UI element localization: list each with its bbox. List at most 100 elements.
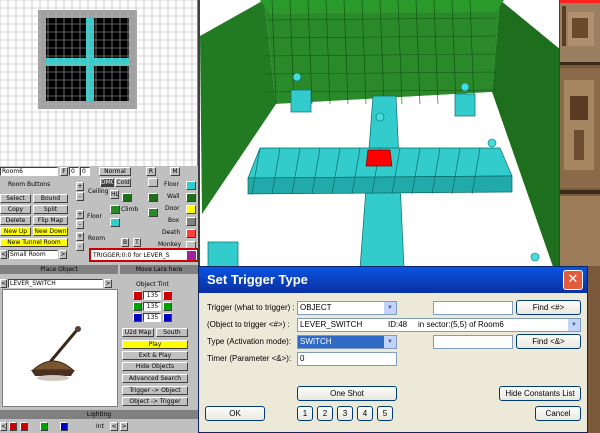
trigger-what-select[interactable]: OBJECT ▼ bbox=[297, 301, 397, 315]
wall-type-swatch[interactable] bbox=[186, 193, 196, 202]
tint-blue-value[interactable]: 135 bbox=[143, 313, 161, 322]
tint-blue-swatch-b[interactable] bbox=[163, 313, 172, 322]
room-grid-svg[interactable] bbox=[0, 0, 198, 166]
split-room-button[interactable]: Split bbox=[33, 205, 68, 214]
light-red-swatch[interactable] bbox=[9, 422, 17, 431]
object-to-trigger-button[interactable]: Object -> Trigger bbox=[122, 397, 188, 406]
select-room-button[interactable]: Select bbox=[0, 194, 31, 203]
t-toggle[interactable]: T bbox=[133, 238, 141, 247]
lower-floor-button[interactable]: - bbox=[76, 192, 84, 201]
light-green-swatch[interactable] bbox=[40, 422, 48, 431]
code-bit-2-button[interactable]: 2 bbox=[317, 406, 333, 421]
light-blue-swatch[interactable] bbox=[60, 422, 68, 431]
room-mode-button[interactable]: Normal bbox=[99, 167, 131, 176]
u2d-map-button[interactable]: U2d Map bbox=[122, 328, 154, 337]
type-search-input[interactable] bbox=[433, 335, 513, 349]
tint-red-value[interactable]: 135 bbox=[143, 291, 161, 300]
int-next-button[interactable]: > bbox=[120, 422, 128, 431]
room-down-button[interactable]: - bbox=[76, 242, 84, 251]
palette-green-swatch[interactable] bbox=[148, 208, 158, 217]
new-up-button[interactable]: New Up bbox=[0, 227, 31, 236]
trigger-indicator[interactable]: TRIGGER:0:0 for LEVER_S bbox=[89, 248, 198, 262]
delete-room-button[interactable]: Delete bbox=[0, 216, 31, 225]
box-type-swatch[interactable] bbox=[186, 217, 196, 226]
palette-grey-swatch[interactable] bbox=[148, 178, 158, 187]
room-m-button[interactable]: M bbox=[170, 167, 180, 176]
tint-green-swatch-b[interactable] bbox=[163, 302, 172, 311]
trigger-color-swatch bbox=[187, 251, 196, 260]
code-bit-5-button[interactable]: 5 bbox=[377, 406, 393, 421]
room-name-field[interactable]: Room6 bbox=[0, 167, 58, 176]
chevron-down-icon[interactable]: ▼ bbox=[384, 302, 396, 314]
hide-constants-button[interactable]: Hide Constants List bbox=[499, 386, 581, 401]
object-name-field[interactable]: LEVER_SWITCH bbox=[8, 279, 103, 288]
ceiling-label: Ceiling bbox=[88, 188, 109, 195]
chevron-down-icon[interactable]: ▼ bbox=[568, 319, 580, 331]
dmg-toggle[interactable]: DMG bbox=[100, 178, 114, 187]
south-button[interactable]: South bbox=[156, 328, 188, 337]
trigger-to-object-button[interactable]: Trigger -> Object bbox=[122, 386, 188, 395]
climb-color-swatch[interactable] bbox=[110, 205, 120, 214]
raise-ceiling-button[interactable]: + bbox=[76, 210, 84, 219]
hide-objects-button[interactable]: Hide Objects bbox=[122, 362, 188, 371]
room-r-button[interactable]: R bbox=[146, 167, 156, 176]
advanced-search-button[interactable]: Advanced Search bbox=[122, 374, 188, 383]
light-red-swatch-b[interactable] bbox=[20, 422, 28, 431]
new-down-button[interactable]: New Down bbox=[33, 227, 68, 236]
exit-play-button[interactable]: Exit & Play bbox=[122, 351, 188, 360]
place-object-button[interactable]: Place Object bbox=[0, 265, 118, 274]
object-preview bbox=[2, 289, 118, 407]
size-prev-button[interactable]: < bbox=[0, 250, 7, 259]
light-prev-button[interactable]: < bbox=[0, 422, 7, 431]
find-object-button[interactable]: Find <#> bbox=[516, 300, 581, 315]
copy-room-button[interactable]: Copy bbox=[0, 205, 31, 214]
floor-color-swatch[interactable] bbox=[110, 218, 120, 227]
raise-floor-button[interactable]: + bbox=[76, 182, 84, 191]
play-button[interactable]: Play bbox=[122, 340, 188, 349]
room-f-value[interactable]: 0 bbox=[69, 167, 79, 176]
floor-type-swatch[interactable] bbox=[186, 181, 196, 190]
room-up-button[interactable]: + bbox=[76, 232, 84, 241]
bound-room-button[interactable]: Bound bbox=[33, 194, 68, 203]
tint-green-swatch[interactable] bbox=[133, 302, 142, 311]
room-grid-map[interactable] bbox=[0, 0, 198, 166]
lower-ceiling-button[interactable]: - bbox=[76, 220, 84, 229]
trigger-indicator-text: TRIGGER:0:0 for LEVER_S bbox=[93, 252, 170, 259]
door-type-swatch[interactable] bbox=[186, 205, 196, 214]
tint-red-swatch-b[interactable] bbox=[163, 291, 172, 300]
new-tunnel-room-button[interactable]: New Tunnel Room bbox=[0, 238, 68, 247]
ok-button[interactable]: OK bbox=[205, 406, 265, 421]
hl-toggle[interactable]: HL bbox=[110, 190, 119, 199]
object-next-button[interactable]: > bbox=[104, 279, 112, 288]
palette-darkgreen-swatch[interactable] bbox=[148, 193, 158, 202]
cancel-button[interactable]: Cancel bbox=[535, 406, 581, 421]
chevron-down-icon[interactable]: ▼ bbox=[384, 336, 396, 348]
trigger-search-input[interactable] bbox=[433, 301, 513, 315]
b-toggle[interactable]: B bbox=[121, 238, 129, 247]
dialog-close-button[interactable]: ✕ bbox=[563, 270, 583, 290]
death-type-swatch[interactable] bbox=[186, 229, 196, 238]
one-shot-button[interactable]: One Shot bbox=[297, 386, 397, 401]
dialog-titlebar[interactable]: Set Trigger Type bbox=[199, 267, 587, 293]
ceiling-color-swatch[interactable] bbox=[122, 193, 132, 202]
tint-blue-swatch[interactable] bbox=[133, 313, 142, 322]
cold-toggle[interactable]: Cold bbox=[115, 178, 131, 187]
code-bit-4-button[interactable]: 4 bbox=[357, 406, 373, 421]
room-size-select[interactable]: Small Room bbox=[8, 250, 58, 259]
int-prev-button[interactable]: < bbox=[110, 422, 118, 431]
room-s-value[interactable]: 0 bbox=[80, 167, 90, 176]
activation-type-select[interactable]: SWITCH ▼ bbox=[297, 335, 397, 349]
find-parameter-button[interactable]: Find <&> bbox=[516, 334, 581, 349]
timer-input[interactable]: 0 bbox=[297, 352, 397, 366]
code-bit-3-button[interactable]: 3 bbox=[337, 406, 353, 421]
size-next-button[interactable]: > bbox=[59, 250, 67, 259]
flip-map-button[interactable]: Flip Map bbox=[33, 216, 68, 225]
object-prev-button[interactable]: < bbox=[0, 279, 7, 288]
object-trigger-select[interactable]: LEVER_SWITCH ID:48 in sector:(5,5) of Ro… bbox=[297, 318, 581, 332]
move-lara-button[interactable]: Move Lara here bbox=[120, 265, 198, 274]
lighting-header: Lighting bbox=[0, 410, 198, 419]
code-bit-1-button[interactable]: 1 bbox=[297, 406, 313, 421]
tint-red-swatch[interactable] bbox=[133, 291, 142, 300]
tex-wall-label: Wall bbox=[167, 193, 180, 200]
tint-green-value[interactable]: 135 bbox=[143, 302, 161, 311]
